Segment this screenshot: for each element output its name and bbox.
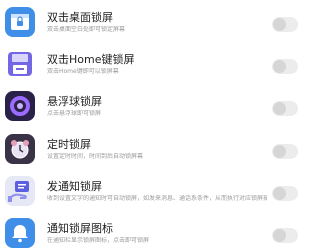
setting-description: 双击Home键即可以锁屏幕 [47, 68, 119, 75]
setting-title: 双击桌面锁屏 [47, 11, 113, 24]
setting-row-notification-lock[interactable]: 发通知锁屏 收到设置文字的通知时可自动锁屏，如发来消息、通话系条件，从而执行对应… [0, 171, 317, 213]
toggle-knob [273, 187, 286, 200]
setting-row-double-tap-home-lock[interactable]: 双击Home键锁屏 双击Home键即可以锁屏幕 [0, 44, 317, 86]
save-icon [5, 49, 35, 79]
setting-description: 设置定时时间，时间到后自动锁屏幕 [47, 153, 144, 160]
toggle-knob [273, 18, 286, 31]
floating-ball-lock-toggle[interactable] [272, 101, 298, 116]
setting-title: 悬浮球锁屏 [47, 95, 102, 108]
timed-lock-toggle[interactable] [272, 144, 298, 159]
toggle-knob [273, 102, 286, 115]
lock-icon [5, 7, 35, 37]
double-tap-desktop-lock-toggle[interactable] [272, 17, 298, 32]
setting-description: 收到设置文字的通知时可自动锁屏，如发来消息、通话系条件，从而执行对应锁屏操作 [47, 195, 267, 202]
notification-lock-icon-toggle[interactable] [272, 228, 298, 243]
setting-row-floating-ball-lock[interactable]: 悬浮球锁屏 点击悬浮球即可锁屏 [0, 86, 317, 128]
toggle-knob [273, 60, 286, 73]
setting-description: 点击悬浮球即可锁屏 [47, 110, 102, 117]
double-tap-home-lock-toggle[interactable] [272, 59, 298, 74]
setting-title: 定时锁屏 [47, 138, 91, 151]
setting-title: 发通知锁屏 [47, 180, 102, 193]
alarm-clock-icon [5, 134, 35, 164]
setting-row-double-tap-desktop-lock[interactable]: 双击桌面锁屏 双击桌面空白处即可锁定屏幕 [0, 2, 317, 44]
setting-title: 双击Home键锁屏 [47, 53, 135, 66]
floating-ball-icon [5, 91, 35, 121]
setting-description: 在通知栏显示锁屏图标，点击即可锁屏 [47, 237, 150, 244]
toggle-knob [273, 229, 286, 242]
bell-icon [5, 218, 35, 248]
notification-hand-icon [5, 176, 35, 206]
setting-row-timed-lock[interactable]: 定时锁屏 设置定时时间，时间到后自动锁屏幕 [0, 129, 317, 171]
lock-screen-settings-list: 双击桌面锁屏 双击桌面空白处即可锁定屏幕 双击Home键锁屏 双击Home键即可… [0, 0, 317, 252]
notification-lock-toggle[interactable] [272, 186, 298, 201]
toggle-knob [273, 145, 286, 158]
setting-title: 通知锁屏图标 [47, 222, 113, 235]
setting-description: 双击桌面空白处即可锁定屏幕 [47, 26, 126, 33]
setting-row-notification-lock-icon[interactable]: 通知锁屏图标 在通知栏显示锁屏图标，点击即可锁屏 [0, 213, 317, 252]
